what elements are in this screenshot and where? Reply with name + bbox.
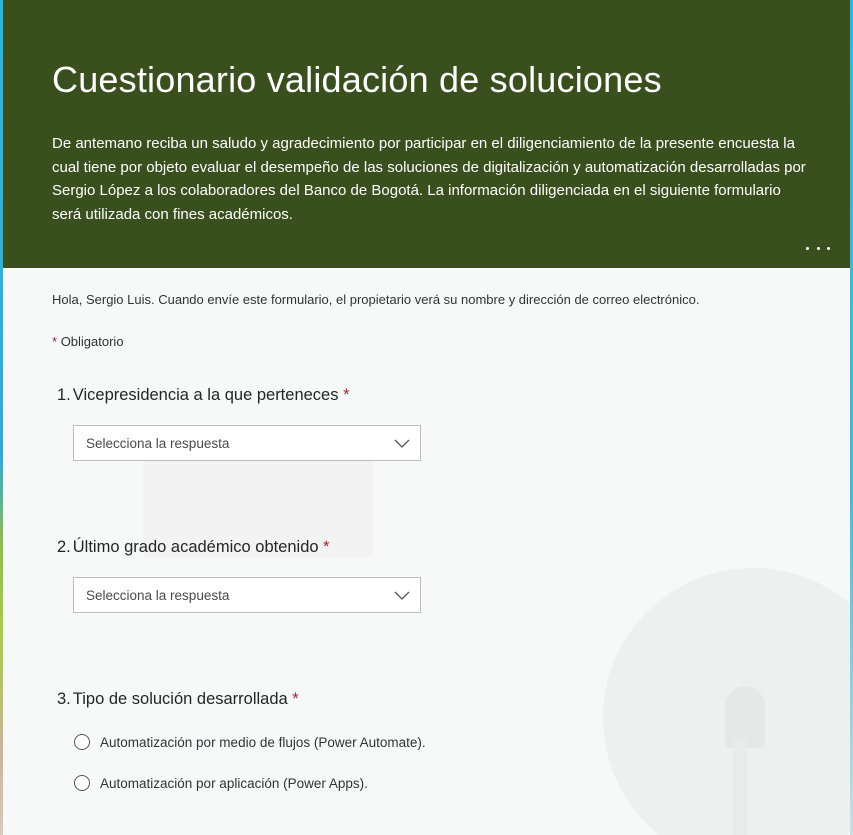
chevron-down-icon bbox=[394, 439, 410, 448]
question-3-option-1[interactable]: Automatización por medio de flujos (Powe… bbox=[74, 734, 426, 750]
form-body: Hola, Sergio Luis. Cuando envíe este for… bbox=[3, 268, 850, 835]
radio-button[interactable] bbox=[74, 775, 90, 791]
question-3-title: 3. Tipo de solución desarrollada * bbox=[57, 690, 299, 709]
question-1-required-mark: * bbox=[343, 386, 350, 404]
form-description: De antemano reciba un saludo y agradecim… bbox=[52, 135, 806, 223]
question-2-number: 2. bbox=[57, 538, 71, 556]
question-1-dropdown-placeholder: Selecciona la respuesta bbox=[86, 436, 230, 451]
question-3-option-2-label: Automatización por aplicación (Power App… bbox=[100, 775, 368, 791]
form-title: Cuestionario validación de soluciones bbox=[52, 59, 662, 100]
question-3: 3. Tipo de solución desarrollada * Automa… bbox=[57, 690, 426, 791]
question-3-option-1-label: Automatización por medio de flujos (Powe… bbox=[100, 734, 426, 750]
question-1-number: 1. bbox=[57, 386, 71, 404]
ellipsis-dot bbox=[816, 246, 820, 250]
background-illustration-lamp-post bbox=[733, 738, 747, 835]
required-legend-label: Obligatorio bbox=[60, 334, 124, 349]
question-3-required-mark: * bbox=[292, 690, 299, 708]
question-1-text: Vicepresidencia a la que perteneces bbox=[72, 386, 339, 404]
ellipsis-dot bbox=[827, 246, 830, 250]
form-card: Cuestionario validación de soluciones De… bbox=[3, 0, 850, 835]
question-3-number: 3. bbox=[57, 690, 71, 708]
question-1-title: 1. Vicepresidencia a la que perteneces * bbox=[57, 386, 350, 405]
radio-button[interactable] bbox=[74, 734, 90, 750]
required-asterisk: * bbox=[52, 334, 58, 349]
question-2-text: Último grado académico obtenido bbox=[72, 538, 319, 556]
question-2-dropdown[interactable]: Selecciona la respuesta bbox=[73, 577, 421, 613]
chevron-down-icon bbox=[394, 591, 410, 600]
question-2: 2. Último grado académico obtenido * Sele… bbox=[57, 538, 421, 613]
more-options-button[interactable] bbox=[806, 238, 830, 258]
question-2-dropdown-placeholder: Selecciona la respuesta bbox=[86, 588, 230, 603]
required-legend: * Obligatorio bbox=[52, 334, 124, 349]
question-1-dropdown[interactable]: Selecciona la respuesta bbox=[73, 425, 421, 461]
question-1: 1. Vicepresidencia a la que perteneces * … bbox=[57, 386, 421, 461]
question-2-required-mark: * bbox=[323, 538, 330, 556]
form-header: Cuestionario validación de soluciones De… bbox=[3, 0, 850, 268]
question-2-title: 2. Último grado académico obtenido * bbox=[57, 538, 330, 557]
ellipsis-icon bbox=[806, 246, 809, 250]
question-3-option-2[interactable]: Automatización por aplicación (Power App… bbox=[74, 775, 368, 791]
question-3-text: Tipo de solución desarrollada bbox=[72, 690, 288, 708]
identity-notice: Hola, Sergio Luis. Cuando envíe este for… bbox=[52, 292, 700, 307]
